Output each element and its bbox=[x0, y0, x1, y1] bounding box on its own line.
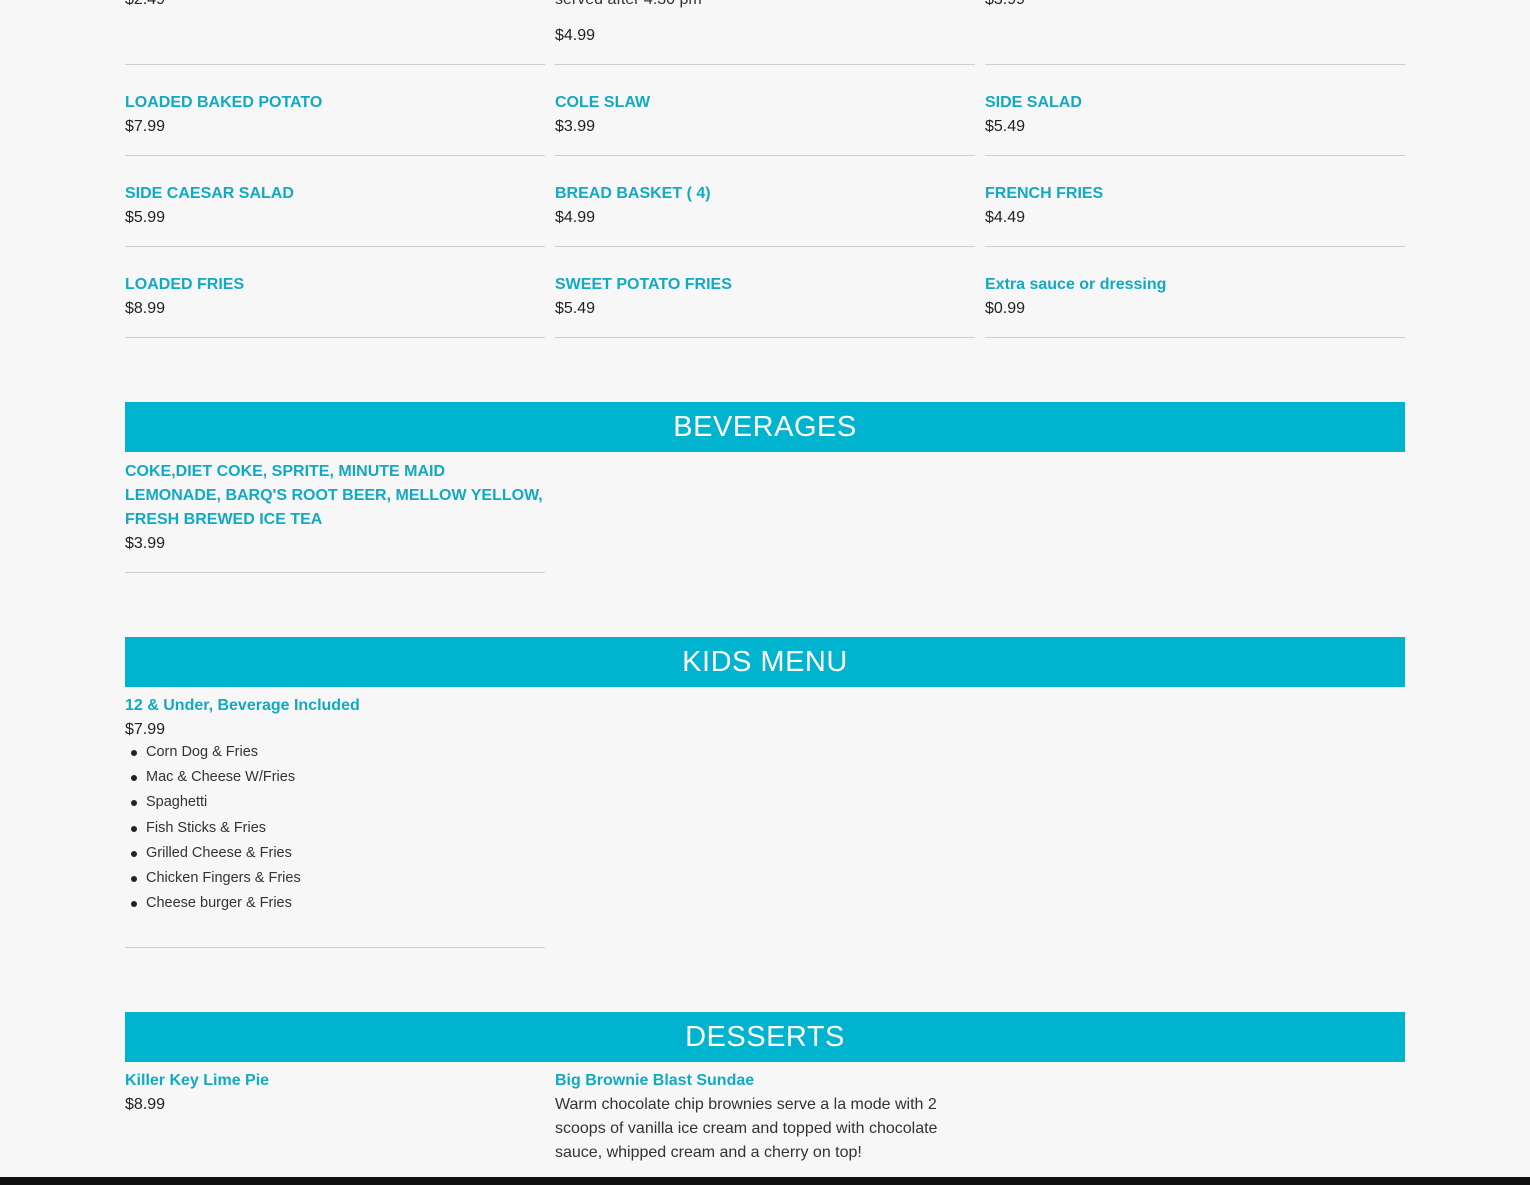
item-price: $3.99 bbox=[125, 535, 166, 552]
item-price: $7.99 bbox=[125, 721, 166, 738]
menu-item: Big Brownie Blast Sundae Warm chocolate … bbox=[555, 1069, 965, 1165]
item-price: $8.99 bbox=[125, 300, 166, 317]
item-price: $5.49 bbox=[985, 118, 1026, 135]
menu-item: SWEET POTATO FRIES $5.49 bbox=[555, 273, 975, 321]
divider bbox=[125, 947, 545, 948]
menu-item: 12 & Under, Beverage Included $7.99 bbox=[125, 694, 545, 742]
footer-bar bbox=[0, 1177, 1530, 1185]
item-name: FRENCH FRIES bbox=[985, 185, 1104, 202]
list-item: Spaghetti bbox=[131, 790, 301, 815]
list-item: Chicken Fingers & Fries bbox=[131, 866, 301, 891]
list-item: Cheese burger & Fries bbox=[131, 891, 301, 916]
divider bbox=[985, 246, 1405, 247]
section-header-beverages: BEVERAGES bbox=[125, 402, 1405, 452]
item-price: $5.99 bbox=[125, 209, 166, 226]
section-header-kids-menu: KIDS MENU bbox=[125, 637, 1405, 687]
divider bbox=[985, 64, 1405, 65]
item-name: LOADED FRIES bbox=[125, 276, 245, 293]
item-name: Extra sauce or dressing bbox=[985, 276, 1167, 293]
item-name: SWEET POTATO FRIES bbox=[555, 276, 732, 293]
divider bbox=[125, 155, 545, 156]
divider bbox=[555, 246, 975, 247]
divider bbox=[125, 337, 545, 338]
item-price: $3.99 bbox=[555, 118, 596, 135]
divider bbox=[555, 155, 975, 156]
kids-options-list: Corn Dog & Fries Mac & Cheese W/Fries Sp… bbox=[131, 740, 301, 916]
item-name: BREAD BASKET ( 4) bbox=[555, 185, 711, 202]
divider bbox=[125, 64, 545, 65]
menu-item: SIDE SALAD $5.49 bbox=[985, 91, 1405, 139]
item-name: SIDE SALAD bbox=[985, 94, 1082, 111]
menu-item: Extra sauce or dressing $0.99 bbox=[985, 273, 1405, 321]
item-price: $0.99 bbox=[985, 300, 1026, 317]
partial-desc-col2: served after 4:30 pm bbox=[555, 0, 702, 12]
item-price: $5.49 bbox=[555, 300, 596, 317]
item-name: COKE,DIET COKE, SPRITE, MINUTE MAID LEMO… bbox=[125, 463, 543, 528]
menu-item: COKE,DIET COKE, SPRITE, MINUTE MAID LEMO… bbox=[125, 460, 545, 556]
item-price: $7.99 bbox=[125, 118, 166, 135]
item-description: Warm chocolate chip brownies serve a la … bbox=[555, 1096, 938, 1161]
menu-item: SIDE CAESAR SALAD $5.99 bbox=[125, 182, 545, 230]
partial-price-col3: $3.99 bbox=[985, 0, 1025, 12]
divider bbox=[125, 246, 545, 247]
menu-item: Killer Key Lime Pie $8.99 bbox=[125, 1069, 545, 1117]
menu-item: COLE SLAW $3.99 bbox=[555, 91, 975, 139]
partial-price-col2: $4.99 bbox=[555, 27, 596, 44]
menu-item: BREAD BASKET ( 4) $4.99 bbox=[555, 182, 975, 230]
divider bbox=[985, 337, 1405, 338]
list-item: Corn Dog & Fries bbox=[131, 740, 301, 765]
divider bbox=[125, 572, 545, 573]
partial-price-col1: $2.49 bbox=[125, 0, 165, 12]
item-name: LOADED BAKED POTATO bbox=[125, 94, 323, 111]
list-item: Fish Sticks & Fries bbox=[131, 816, 301, 841]
item-price: $4.49 bbox=[985, 209, 1026, 226]
item-name: Killer Key Lime Pie bbox=[125, 1072, 270, 1089]
item-price: $4.99 bbox=[555, 209, 596, 226]
menu-page: $2.49 served after 4:30 pm $4.99 $3.99 L… bbox=[0, 0, 1530, 1185]
item-price: $8.99 bbox=[125, 1096, 166, 1113]
item-name: COLE SLAW bbox=[555, 94, 651, 111]
item-name: SIDE CAESAR SALAD bbox=[125, 185, 294, 202]
section-header-desserts: DESSERTS bbox=[125, 1012, 1405, 1062]
menu-item: FRENCH FRIES $4.49 bbox=[985, 182, 1405, 230]
item-name: 12 & Under, Beverage Included bbox=[125, 697, 360, 714]
divider bbox=[555, 337, 975, 338]
divider bbox=[555, 64, 975, 65]
item-name: Big Brownie Blast Sundae bbox=[555, 1072, 755, 1089]
menu-item: LOADED BAKED POTATO $7.99 bbox=[125, 91, 545, 139]
menu-item: LOADED FRIES $8.99 bbox=[125, 273, 545, 321]
list-item: Mac & Cheese W/Fries bbox=[131, 765, 301, 790]
divider bbox=[985, 155, 1405, 156]
list-item: Grilled Cheese & Fries bbox=[131, 841, 301, 866]
